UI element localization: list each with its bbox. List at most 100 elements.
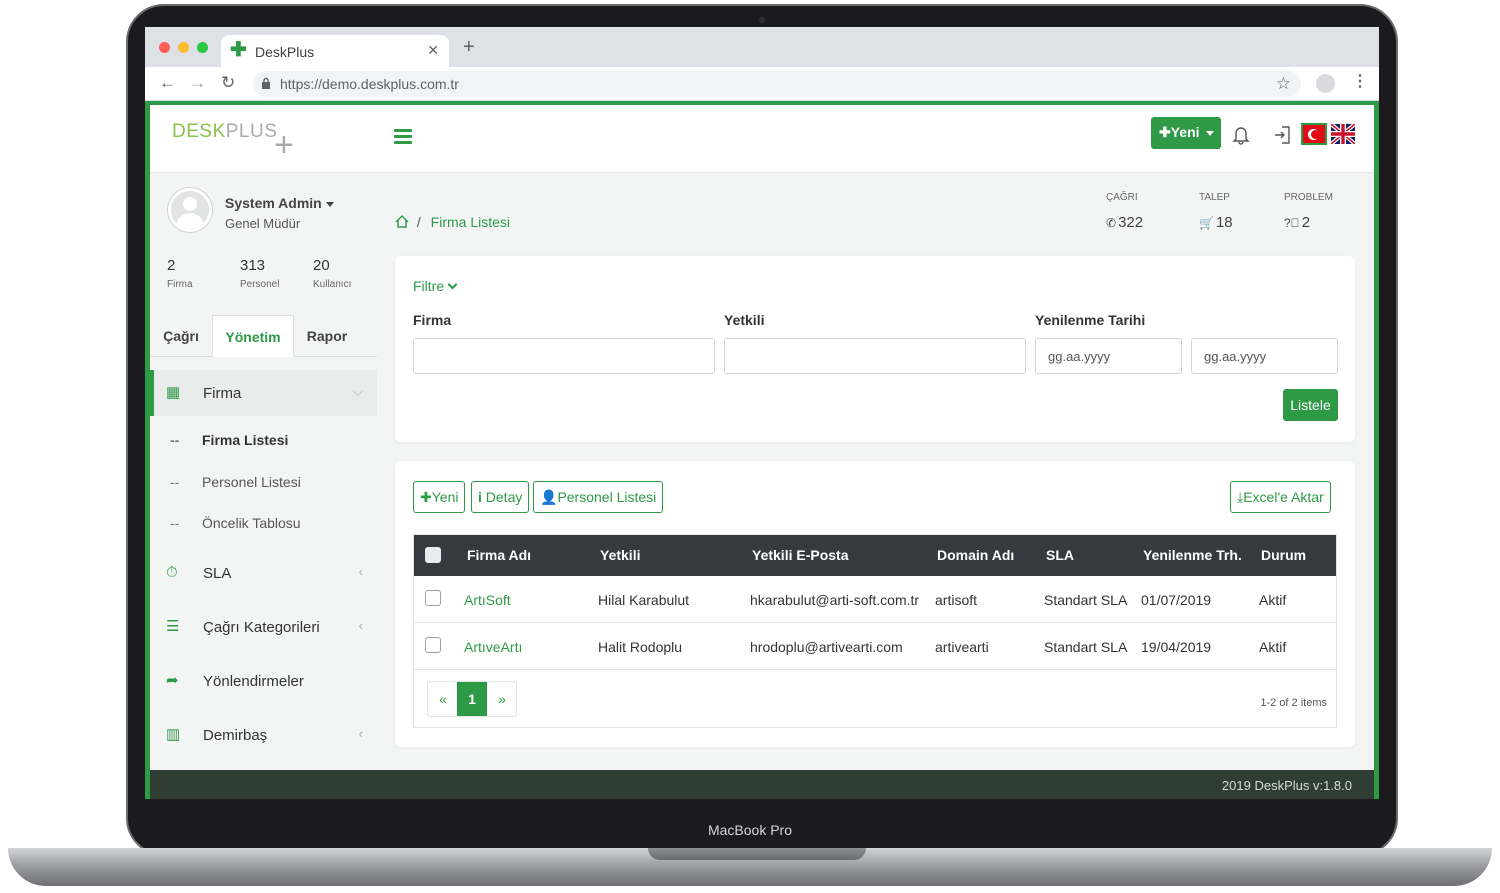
row-checkbox[interactable] — [425, 590, 441, 606]
table-cell: Standart SLA — [1044, 639, 1128, 655]
counter-label: TALEP — [1199, 192, 1230, 203]
stat-value: 20 — [313, 257, 330, 274]
user-menu[interactable]: System Admin — [225, 195, 334, 211]
table-cell: Aktif — [1259, 639, 1287, 655]
phone-icon: ✆ — [1106, 216, 1117, 230]
chevron-left-icon: ‹ — [358, 726, 363, 741]
window-close-dot[interactable] — [159, 42, 170, 53]
column-header[interactable]: Domain Adı — [937, 547, 1014, 563]
breadcrumb-separator: / — [416, 214, 421, 230]
firma-link[interactable]: ArtıveArtı — [464, 639, 522, 655]
excel-export-button[interactable]: ⤓Excel'e Aktar — [1230, 481, 1331, 513]
submenu-oncelik-tablosu[interactable]: -- Öncelik Tablosu — [170, 515, 301, 531]
camera-icon — [759, 17, 765, 23]
logo-desk-text: DESK — [172, 121, 226, 142]
column-header[interactable]: Durum — [1261, 547, 1306, 563]
column-header[interactable]: Yetkili E-Posta — [752, 547, 848, 563]
column-header[interactable]: Yetkili — [600, 547, 640, 563]
row-checkbox[interactable] — [425, 637, 441, 653]
stopwatch-icon: ⏱ — [166, 564, 178, 581]
pagination-prev[interactable]: « — [428, 682, 458, 716]
tab-cagri[interactable]: Çağrı — [150, 315, 212, 357]
info-icon: i — [478, 489, 482, 505]
date-from-input[interactable]: gg.aa.yyyy — [1035, 338, 1182, 374]
main-content: / Firma Listesi ÇAĞRI ✆ 322 TALEP 🛒 18 PRO… — [377, 174, 1374, 764]
tab-close-icon[interactable]: ✕ — [427, 42, 439, 59]
submenu-personel-listesi[interactable]: -- Personel Listesi — [170, 474, 301, 490]
items-info: 1-2 of 2 items — [1260, 697, 1327, 709]
counter-label: PROBLEM — [1284, 192, 1333, 203]
tab-yonetim[interactable]: Yönetim — [212, 315, 294, 357]
excel-export-button-label: Excel'e Aktar — [1243, 489, 1324, 505]
laptop-brand-label: MacBook Pro — [707, 822, 793, 838]
breadcrumb-current[interactable]: Firma Listesi — [431, 214, 510, 230]
sidebar: System Admin Genel Müdür 2 Firma 313 Perso… — [150, 174, 377, 764]
firma-input[interactable] — [413, 338, 715, 374]
back-icon[interactable]: ← — [159, 74, 176, 92]
reload-icon[interactable]: ↻ — [221, 74, 235, 92]
sidebar-item-yonlendirmeler[interactable]: ➦ Yönlendirmeler — [150, 658, 377, 704]
stat-label: Firma — [167, 279, 193, 290]
firma-link[interactable]: ArtıSoft — [464, 592, 511, 608]
sidebar-item-cagri-kategorileri[interactable]: ☰ Çağrı Kategorileri ‹ — [150, 604, 377, 650]
bookmark-star-icon[interactable]: ☆ — [1276, 74, 1291, 94]
sidebar-item-firma[interactable]: ▦ Firma ⌵ — [150, 370, 377, 416]
logo-plus-text: PLUS — [225, 121, 278, 142]
counter-talep[interactable]: TALEP 🛒 18 — [1199, 192, 1233, 231]
counter-problem[interactable]: PROBLEM ?⃝ 2 — [1284, 192, 1333, 231]
url-input[interactable]: https://demo.deskplus.com.tr ☆ — [253, 71, 1301, 97]
sign-in-icon[interactable] — [1274, 125, 1292, 145]
uk-flag-icon[interactable] — [1331, 124, 1355, 144]
bell-icon[interactable] — [1232, 125, 1250, 145]
browser-tab[interactable]: ✚ DeskPlus ✕ — [221, 35, 449, 67]
table-header: Firma Adı Yetkili Yetkili E-Posta Domain… — [414, 535, 1336, 576]
logo[interactable]: DESKPLUS — [172, 121, 277, 143]
submenu-firma-listesi[interactable]: -- Firma Listesi — [170, 432, 288, 448]
turkish-flag-icon[interactable] — [1301, 123, 1327, 145]
home-icon[interactable] — [395, 215, 409, 228]
browser-menu-icon[interactable]: ⋮ — [1352, 73, 1368, 91]
sidebar-item-sla[interactable]: ⏱ SLA ‹ — [150, 550, 377, 596]
select-all-checkbox[interactable] — [425, 547, 441, 563]
column-header[interactable]: Firma Adı — [467, 547, 531, 563]
stat-label: Kullanıcı — [313, 279, 352, 290]
firm-table: Firma Adı Yetkili Yetkili E-Posta Domain… — [413, 534, 1337, 728]
sidebar-tabs: Çağrı Yönetim Rapor — [150, 315, 377, 357]
date-to-input[interactable]: gg.aa.yyyy — [1191, 338, 1338, 374]
tab-rapor[interactable]: Rapor — [294, 315, 360, 357]
logo-plus-icon: + — [274, 126, 294, 164]
window-minimize-dot[interactable] — [178, 42, 189, 53]
new-dropdown-button[interactable]: ✚Yeni — [1151, 117, 1221, 149]
stat-kullanici: 20 Kullanıcı — [313, 257, 351, 290]
forward-icon[interactable]: → — [189, 74, 206, 92]
submenu-dash: -- — [170, 515, 180, 531]
new-tab-icon[interactable]: + — [463, 37, 475, 57]
column-header[interactable]: SLA — [1046, 547, 1074, 563]
sidebar-item-label: Yönlendirmeler — [203, 673, 304, 690]
table-cell: hkarabulut@arti-soft.com.tr — [750, 592, 920, 608]
avatar[interactable] — [168, 188, 212, 232]
table-row[interactable]: ArtıveArtı Halit Rodoplu hrodoplu@artive… — [414, 623, 1336, 670]
app: DESKPLUS + ✚Yeni System Admin Genel Müdü… — [145, 101, 1379, 799]
pagination-page[interactable]: 1 — [457, 682, 487, 716]
detail-button[interactable]: i Detay — [471, 481, 530, 513]
tab-title: DeskPlus — [255, 44, 315, 60]
filter-card: Filtre Firma Yetkili Yenilenme Tarihi gg… — [395, 256, 1355, 442]
user-name: System Admin — [225, 195, 322, 211]
pagination-next[interactable]: » — [487, 682, 517, 716]
filter-toggle[interactable]: Filtre — [413, 278, 458, 294]
sidebar-item-demirbas[interactable]: ▥ Demirbaş ‹ — [150, 712, 377, 758]
table-row[interactable]: ArtıSoft Hilal Karabulut hkarabulut@arti… — [414, 576, 1336, 623]
column-header[interactable]: Yenilenme Trh. — [1143, 547, 1242, 563]
stat-label: Personel — [240, 279, 280, 290]
listele-button[interactable]: Listele — [1283, 389, 1338, 421]
profile-icon[interactable] — [1316, 74, 1335, 93]
stat-personel: 313 Personel — [240, 257, 279, 290]
table-cell: artisoft — [935, 592, 978, 608]
staff-list-button[interactable]: 👤Personel Listesi — [533, 481, 664, 513]
yetkili-input[interactable] — [724, 338, 1026, 374]
counter-cagri[interactable]: ÇAĞRI ✆ 322 — [1106, 192, 1143, 231]
hamburger-icon[interactable] — [394, 129, 412, 145]
new-button[interactable]: ✚Yeni — [413, 481, 466, 513]
window-maximize-dot[interactable] — [197, 42, 208, 53]
